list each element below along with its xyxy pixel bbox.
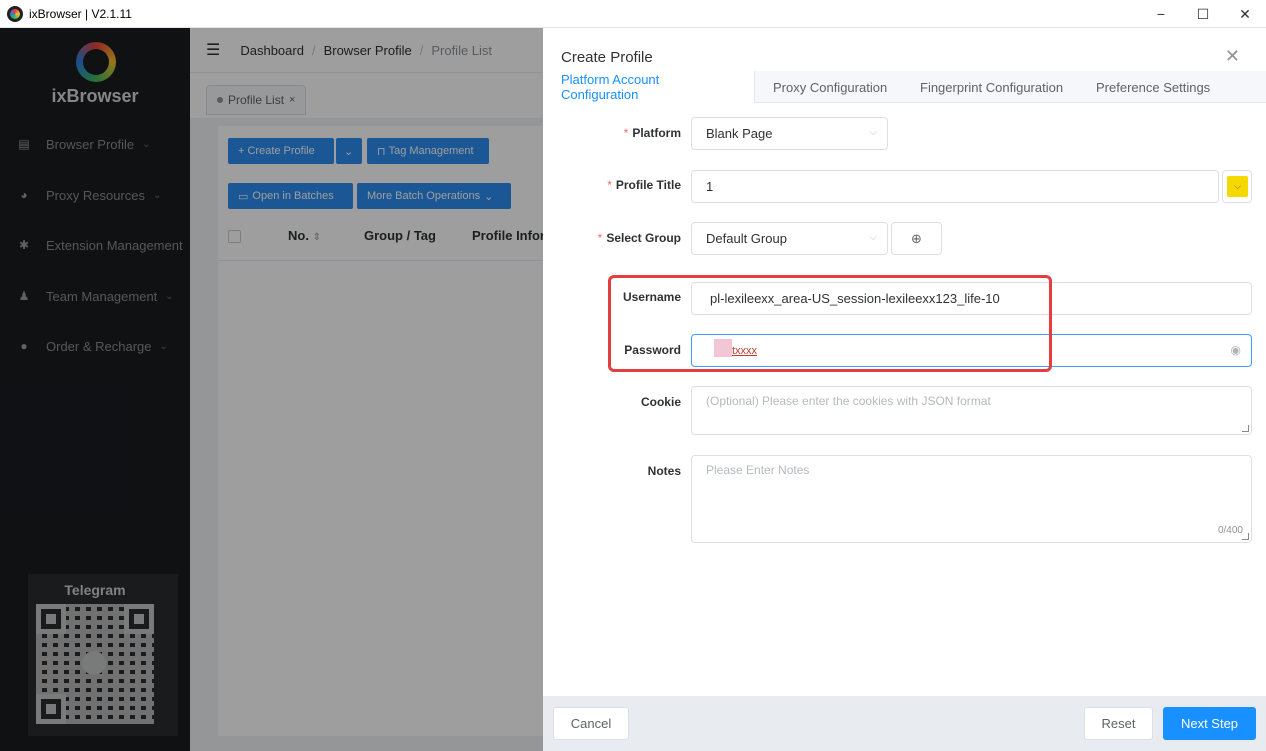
platform-label: * Platform bbox=[531, 126, 681, 140]
create-profile-drawer: Create Profile ✕ Platform Account Config… bbox=[543, 28, 1266, 751]
reset-button[interactable]: Reset bbox=[1084, 707, 1153, 740]
notes-textarea[interactable]: Please Enter Notes 0/400 bbox=[691, 455, 1252, 543]
color-picker[interactable]: ⌵ bbox=[1222, 170, 1252, 203]
minimize-button[interactable]: − bbox=[1141, 0, 1181, 28]
tab-preference-settings[interactable]: Preference Settings bbox=[1078, 71, 1228, 103]
next-step-button[interactable]: Next Step bbox=[1163, 707, 1256, 740]
tab-fingerprint-configuration[interactable]: Fingerprint Configuration bbox=[902, 71, 1081, 103]
platform-select[interactable]: Blank Page ⌵ bbox=[691, 117, 888, 150]
maximize-button[interactable]: ☐ bbox=[1183, 0, 1223, 28]
highlight-box bbox=[608, 275, 1052, 372]
platform-label-text: Platform bbox=[632, 126, 681, 140]
profile-title-input[interactable]: 1 bbox=[691, 170, 1219, 203]
add-group-button[interactable]: ⊕ bbox=[891, 222, 942, 255]
drawer-footer: Cancel Reset Next Step bbox=[543, 696, 1266, 751]
cookie-textarea[interactable]: (Optional) Please enter the cookies with… bbox=[691, 386, 1252, 435]
window-title: ixBrowser | V2.1.11 bbox=[29, 6, 132, 21]
resize-handle-icon[interactable] bbox=[1242, 425, 1249, 432]
notes-placeholder: Please Enter Notes bbox=[706, 463, 810, 477]
resize-handle-icon[interactable] bbox=[1242, 533, 1249, 540]
title-bar: ixBrowser | V2.1.11 − ☐ ✕ bbox=[0, 0, 1266, 28]
cookie-placeholder: (Optional) Please enter the cookies with… bbox=[706, 394, 991, 408]
select-group-label-text: Select Group bbox=[606, 231, 681, 245]
cancel-button[interactable]: Cancel bbox=[553, 707, 629, 740]
close-drawer-icon[interactable]: ✕ bbox=[1225, 46, 1240, 67]
group-value: Default Group bbox=[706, 231, 787, 246]
notes-char-counter: 0/400 bbox=[1217, 525, 1243, 536]
drawer-title: Create Profile bbox=[561, 49, 653, 66]
close-window-button[interactable]: ✕ bbox=[1225, 0, 1265, 28]
chevron-down-icon: ⌵ bbox=[869, 232, 877, 243]
group-select[interactable]: Default Group ⌵ bbox=[691, 222, 888, 255]
color-swatch-chevron-icon: ⌵ bbox=[1227, 176, 1248, 197]
select-group-label: * Select Group bbox=[531, 231, 681, 245]
drawer-tabs: Platform Account Configuration Proxy Con… bbox=[543, 71, 1266, 103]
profile-title-label-text: Profile Title bbox=[615, 178, 681, 192]
cookie-label: Cookie bbox=[640, 395, 681, 409]
notes-label: Notes bbox=[647, 464, 681, 478]
tab-platform-account-configuration[interactable]: Platform Account Configuration bbox=[543, 71, 755, 103]
required-mark: * bbox=[607, 178, 612, 192]
tab-proxy-configuration[interactable]: Proxy Configuration bbox=[755, 71, 905, 103]
eye-icon[interactable]: ◉ bbox=[1231, 343, 1241, 357]
chevron-down-icon: ⌵ bbox=[869, 127, 877, 138]
app-logo-icon bbox=[7, 5, 23, 22]
required-mark: * bbox=[597, 231, 603, 245]
platform-value: Blank Page bbox=[706, 126, 773, 141]
required-mark: * bbox=[623, 126, 629, 140]
profile-title-label: * Profile Title bbox=[531, 178, 681, 192]
plus-circle-icon: ⊕ bbox=[911, 230, 922, 246]
